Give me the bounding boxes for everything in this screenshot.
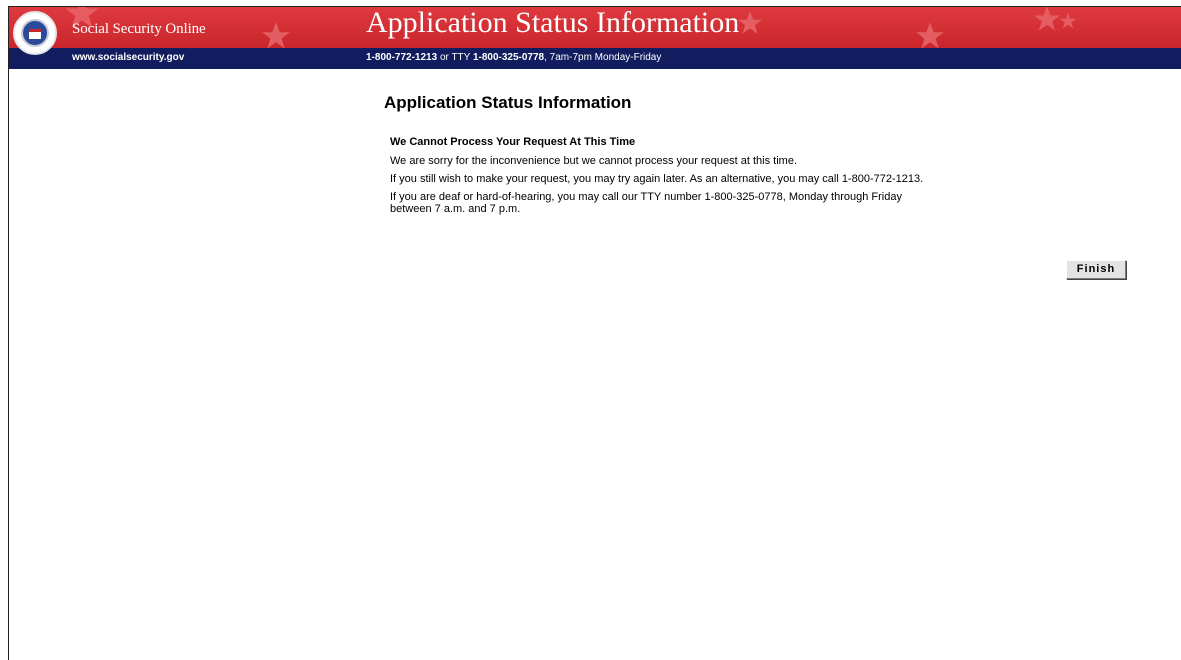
page-title: Application Status Information	[384, 93, 632, 112]
site-url-link[interactable]: www.socialsecurity.gov	[72, 52, 184, 63]
message-paragraph: If you are deaf or hard-of-hearing, you …	[390, 191, 902, 215]
contact-phone: 1-800-772-1213	[366, 52, 438, 63]
contact-or: or TTY	[437, 52, 473, 63]
message-paragraph: If you still wish to make your request, …	[390, 173, 924, 185]
contact-hours: , 7am-7pm Monday-Friday	[544, 52, 662, 63]
browser-page: Social Security Online Application Statu…	[8, 6, 1181, 660]
finish-button[interactable]: Finish	[1066, 260, 1126, 279]
seal-shield-icon	[29, 29, 41, 39]
star-icon	[262, 22, 290, 48]
star-icon	[1059, 12, 1077, 29]
message-heading: We Cannot Process Your Request At This T…	[390, 136, 636, 148]
star-icon	[1034, 7, 1060, 31]
star-icon	[916, 22, 944, 48]
contact-info: 1-800-772-1213 or TTY 1-800-325-0778, 7a…	[366, 52, 661, 63]
banner-title: Application Status Information	[366, 7, 740, 39]
ssa-seal-icon[interactable]	[13, 11, 57, 55]
contact-bar: www.socialsecurity.gov 1-800-772-1213 or…	[9, 48, 1181, 69]
site-name[interactable]: Social Security Online	[72, 21, 206, 38]
contact-tty: 1-800-325-0778	[472, 52, 545, 63]
header-banner: Social Security Online Application Statu…	[9, 7, 1181, 48]
main-content: Application Status Information We Cannot…	[384, 93, 944, 221]
star-icon	[738, 11, 762, 34]
message-paragraph: We are sorry for the inconvenience but w…	[390, 155, 797, 167]
